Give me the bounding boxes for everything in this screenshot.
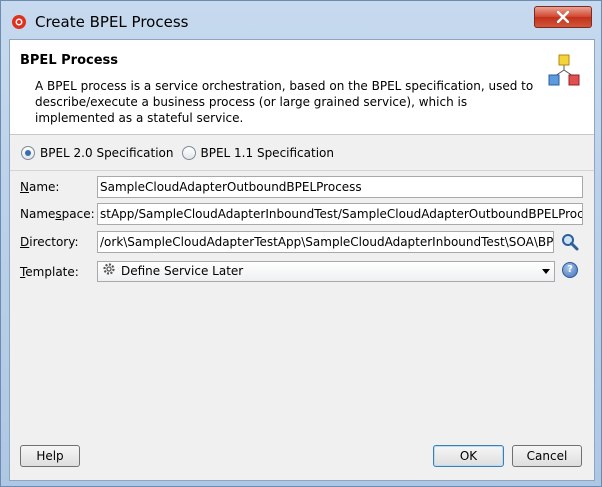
name-field[interactable]: SampleCloudAdapterOutboundBPELProcess [97, 176, 583, 198]
gear-icon [102, 262, 116, 281]
ok-button[interactable]: OK [433, 445, 504, 467]
close-icon [557, 11, 569, 23]
divider [10, 170, 594, 171]
window-title: Create BPEL Process [35, 13, 189, 31]
bpel-20-label[interactable]: BPEL 2.0 Specification [40, 146, 174, 160]
template-label: Template: [20, 265, 79, 279]
spec-radio-group: BPEL 2.0 Specification BPEL 1.1 Specific… [21, 144, 342, 162]
help-button[interactable]: Help [20, 445, 80, 467]
template-value: Define Service Later [121, 264, 244, 278]
template-select[interactable]: Define Service Later [97, 261, 555, 282]
search-icon[interactable] [561, 233, 579, 251]
namespace-field[interactable]: stApp/SampleCloudAdapterInboundTest/Samp… [97, 203, 583, 225]
help-icon[interactable]: ? [562, 262, 578, 278]
bpel-process-icon [546, 54, 582, 90]
dialog-window: Create BPEL Process BPEL Process A BPEL … [0, 0, 602, 487]
dialog-header: BPEL Process A BPEL process is a service… [10, 40, 594, 135]
chevron-down-icon [542, 269, 550, 274]
bpel-11-label[interactable]: BPEL 1.1 Specification [201, 146, 335, 160]
bpel-20-radio[interactable] [21, 146, 35, 160]
header-title: BPEL Process [20, 53, 118, 68]
name-label: Name: [20, 180, 60, 194]
cancel-button[interactable]: Cancel [512, 445, 582, 467]
bpel-11-radio[interactable] [181, 146, 196, 160]
namespace-label: Namespace: [20, 207, 95, 221]
directory-label: Directory: [20, 235, 79, 249]
close-button[interactable] [534, 6, 592, 28]
app-icon [11, 14, 27, 30]
dialog-content: BPEL Process A BPEL process is a service… [9, 39, 595, 481]
header-description: A BPEL process is a service orchestratio… [35, 79, 534, 125]
title-bar[interactable]: Create BPEL Process [1, 1, 601, 39]
directory-field[interactable]: /ork\SampleCloudAdapterTestApp\SampleClo… [97, 231, 554, 253]
